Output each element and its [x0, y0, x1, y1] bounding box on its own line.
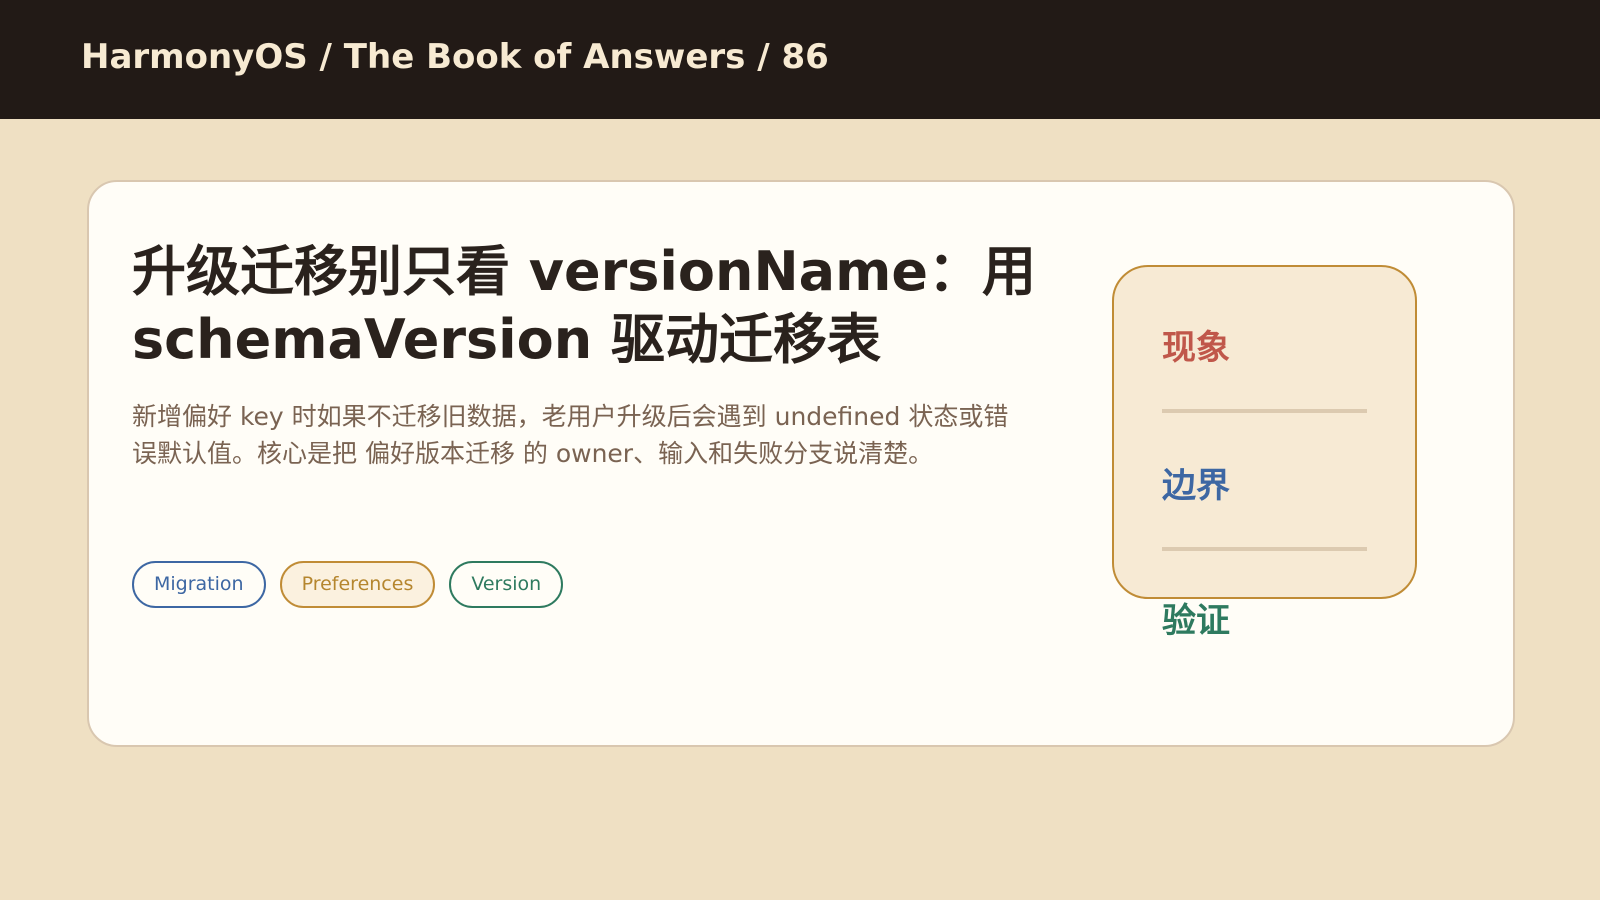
tag-migration[interactable]: Migration [132, 561, 266, 608]
page-title: 升级迁移别只看 versionName：用 schemaVersion 驱动迁移… [132, 240, 1036, 371]
tag-list: Migration Preferences Version [132, 561, 564, 608]
aspect-item-verification: 验证 [1162, 601, 1230, 641]
tag-preferences[interactable]: Preferences [279, 561, 436, 608]
aspect-divider [1162, 547, 1367, 551]
tag-version[interactable]: Version [449, 561, 564, 608]
breadcrumb: HarmonyOS / The Book of Answers / 86 [81, 37, 829, 77]
aspect-item-boundary: 边界 [1162, 466, 1230, 506]
aspect-divider [1162, 409, 1367, 413]
card-summary: 新增偏好 key 时如果不迁移旧数据，老用户升级后会遇到 undefined 状… [132, 402, 1009, 468]
aspect-item-phenomenon: 现象 [1162, 328, 1230, 368]
top-header-bar: HarmonyOS / The Book of Answers / 86 [0, 0, 1600, 119]
